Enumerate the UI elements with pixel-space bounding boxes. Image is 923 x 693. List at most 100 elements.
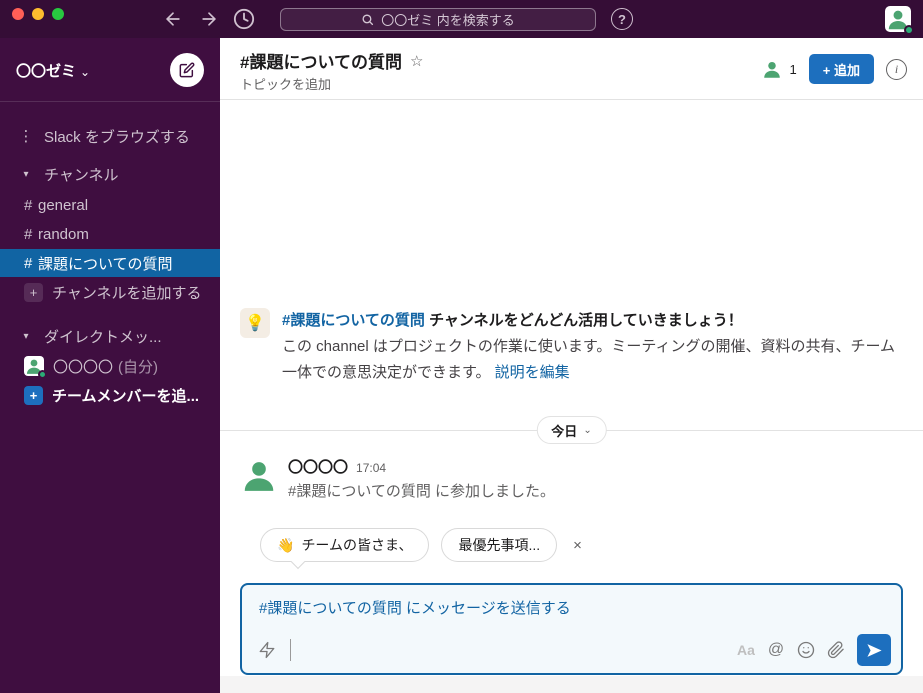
plus-icon: + bbox=[24, 385, 43, 405]
arrow-right-icon bbox=[202, 12, 216, 26]
mention-button[interactable]: @ bbox=[761, 635, 791, 665]
window-minimize-button[interactable] bbox=[32, 8, 44, 20]
add-channel-button[interactable]: + チャンネルを追加する bbox=[0, 278, 220, 306]
more-dots-icon: ⋮ bbox=[18, 128, 34, 145]
dm-avatar bbox=[24, 356, 47, 379]
history-forward-button[interactable] bbox=[196, 6, 222, 32]
intro-title: #課題についての質問 チャンネルをどんどん活用していきましょう！ bbox=[282, 308, 900, 334]
hash-icon: # bbox=[24, 225, 33, 243]
main-pane: #課題についての質問 ☆ トピックを追加 1 + 追加 i 💡 #課題についての… bbox=[220, 38, 923, 693]
clock-icon bbox=[233, 8, 255, 30]
search-input[interactable]: 〇〇ゼミ 内を検索する bbox=[280, 8, 596, 31]
add-teammates-label: チームメンバーを追... bbox=[52, 387, 200, 405]
compose-pencil-icon bbox=[179, 62, 195, 78]
channel-header: #課題についての質問 ☆ トピックを追加 1 + 追加 i bbox=[220, 38, 923, 100]
edit-description-link[interactable]: 説明を編集 bbox=[495, 364, 570, 381]
member-person-icon bbox=[763, 61, 780, 78]
chevron-down-icon: ⌄ bbox=[80, 65, 91, 79]
paperclip-icon bbox=[827, 641, 844, 659]
channel-info-button[interactable]: i bbox=[886, 58, 907, 80]
add-people-button[interactable]: + 追加 bbox=[808, 54, 874, 84]
message-composer[interactable]: #課題についての質問 にメッセージを送信する Aa @ bbox=[240, 583, 903, 675]
workspace-header: 〇〇ゼミ ⌄ bbox=[0, 38, 220, 102]
dms-section-label: ダイレクトメッ... bbox=[44, 328, 162, 346]
sidebar-item-general[interactable]: # general bbox=[0, 191, 220, 219]
channel-label: random bbox=[38, 225, 89, 243]
person-icon bbox=[244, 462, 274, 491]
sidebar-item-kadai-channel[interactable]: # 課題についての質問 bbox=[0, 249, 220, 277]
dm-user-name: 〇〇〇〇 bbox=[53, 358, 114, 376]
message-content: 〇〇〇〇 17:04 #課題についての質問 に参加しました。 bbox=[288, 456, 555, 501]
search-placeholder: 〇〇ゼミ 内を検索する bbox=[381, 13, 515, 28]
user-avatar[interactable] bbox=[885, 6, 914, 35]
send-arrow-icon bbox=[866, 643, 882, 657]
titlebar: 〇〇ゼミ 内を検索する ? bbox=[0, 0, 923, 38]
sidebar: 〇〇ゼミ ⌄ ⋮ Slack をブラウズする ▾ チャンネル # general … bbox=[0, 38, 220, 693]
lightbulb-icon: 💡 bbox=[240, 308, 270, 338]
hash-icon: # bbox=[24, 254, 33, 272]
window-zoom-button[interactable] bbox=[52, 8, 64, 20]
message-timestamp[interactable]: 17:04 bbox=[356, 461, 386, 475]
help-button[interactable]: ? bbox=[611, 8, 633, 30]
format-button[interactable]: Aa bbox=[731, 635, 761, 665]
chip-tail bbox=[290, 554, 306, 570]
intro-text: #課題についての質問 チャンネルをどんどん活用していきましょう！ この chan… bbox=[282, 308, 900, 386]
channel-link[interactable]: #課題についての質問 bbox=[282, 312, 425, 329]
caret-down-icon: ▾ bbox=[23, 168, 29, 180]
window-close-button[interactable] bbox=[12, 8, 24, 20]
history-back-button[interactable] bbox=[160, 6, 186, 32]
add-teammates-button[interactable]: + チームメンバーを追... bbox=[0, 381, 220, 409]
add-topic-button[interactable]: トピックを追加 bbox=[240, 74, 331, 93]
browse-label: Slack をブラウズする bbox=[44, 128, 190, 146]
suggestion-chip-greeting[interactable]: 👋 チームの皆さま、 bbox=[260, 528, 430, 570]
member-list-button[interactable]: 1 bbox=[761, 58, 797, 80]
at-icon: @ bbox=[767, 641, 785, 658]
attach-button[interactable] bbox=[821, 635, 851, 665]
send-button[interactable] bbox=[857, 634, 891, 666]
suggestion-chip-priority[interactable]: 最優先事項... bbox=[441, 528, 558, 562]
intro-title-rest: チャンネルをどんどん活用していきましょう！ bbox=[424, 312, 743, 329]
channels-section-header[interactable]: ▾ チャンネル bbox=[0, 160, 220, 188]
shortcuts-button[interactable] bbox=[252, 635, 282, 665]
dms-section-header[interactable]: ▾ ダイレクトメッ... bbox=[0, 322, 220, 350]
chip-label: 最優先事項... bbox=[458, 537, 541, 553]
new-message-button[interactable] bbox=[170, 53, 204, 87]
format-aa-icon: Aa bbox=[737, 642, 755, 658]
workspace-name: 〇〇ゼミ bbox=[16, 63, 77, 80]
sidebar-item-random[interactable]: # random bbox=[0, 220, 220, 248]
dismiss-suggestions-button[interactable]: × bbox=[569, 537, 586, 554]
workspace-menu-button[interactable]: 〇〇ゼミ ⌄ bbox=[16, 60, 90, 81]
message-author[interactable]: 〇〇〇〇 bbox=[288, 456, 348, 477]
wave-emoji-icon: 👋 bbox=[277, 536, 295, 553]
intro-body-text: この channel はプロジェクトの作業に使います。ミーティングの開催、資料の… bbox=[282, 338, 896, 381]
bottom-strip bbox=[220, 676, 923, 693]
lightning-icon bbox=[259, 641, 275, 659]
message-head: 〇〇〇〇 17:04 bbox=[288, 456, 555, 477]
channel-header-actions: 1 + 追加 i bbox=[761, 38, 907, 100]
hash-icon: # bbox=[24, 196, 33, 214]
text-cursor bbox=[290, 639, 291, 661]
window-controls bbox=[12, 8, 64, 20]
emoji-button[interactable] bbox=[791, 635, 821, 665]
plus-icon: + bbox=[24, 282, 43, 302]
chip-label: チームの皆さま、 bbox=[301, 537, 413, 553]
dm-user-suffix: (自分) bbox=[118, 358, 159, 376]
message-avatar[interactable] bbox=[240, 456, 278, 494]
date-divider-button[interactable]: 今日 ⌄ bbox=[536, 416, 607, 444]
channel-label: general bbox=[38, 196, 89, 214]
channel-title[interactable]: #課題についての質問 ☆ bbox=[240, 48, 423, 73]
member-count: 1 bbox=[789, 61, 797, 77]
sidebar-item-browse-slack[interactable]: ⋮ Slack をブラウズする bbox=[0, 122, 220, 150]
info-icon: i bbox=[894, 61, 899, 76]
channel-intro-message: 💡 #課題についての質問 チャンネルをどんどん活用していきましょう！ この ch… bbox=[240, 308, 900, 386]
arrow-left-icon bbox=[166, 12, 180, 26]
chevron-down-icon: ⌄ bbox=[583, 424, 592, 436]
history-clock-button[interactable] bbox=[233, 8, 255, 30]
caret-down-icon: ▾ bbox=[23, 330, 29, 342]
sidebar-item-dm-self[interactable]: 〇〇〇〇 (自分) bbox=[0, 352, 220, 380]
star-icon[interactable]: ☆ bbox=[410, 52, 423, 70]
date-label: 今日 bbox=[551, 423, 578, 439]
message-row: 〇〇〇〇 17:04 #課題についての質問 に参加しました。 bbox=[240, 456, 555, 501]
message-text: #課題についての質問 に参加しました。 bbox=[288, 483, 556, 500]
status-dot bbox=[38, 370, 47, 379]
